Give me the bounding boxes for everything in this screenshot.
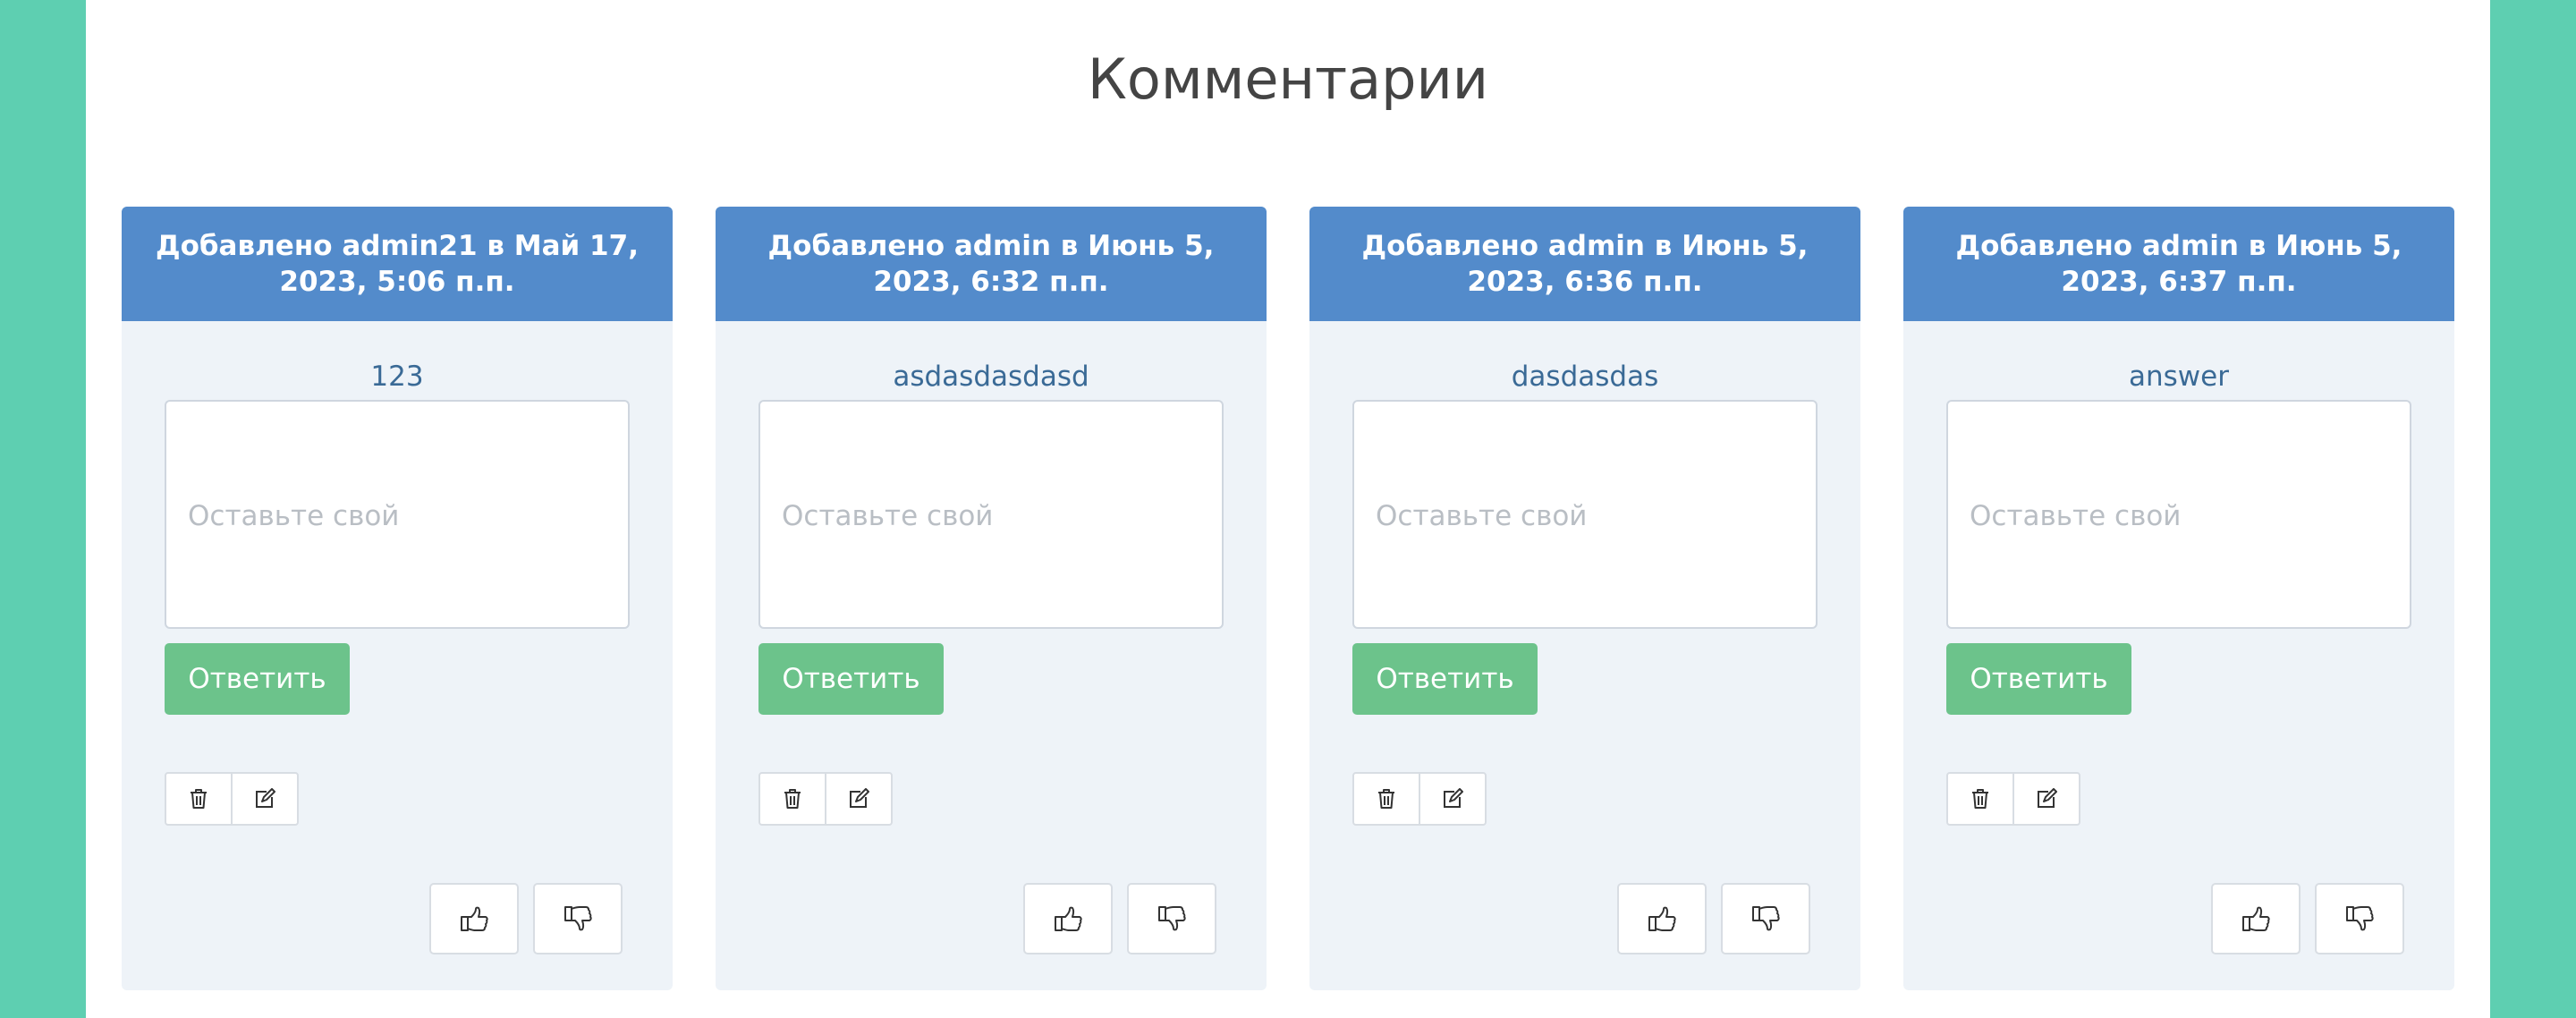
edit-icon [2038,788,2057,808]
edit-button[interactable] [825,774,891,824]
page-title: Комментарии [1087,47,1489,112]
comment-header: Добавлено admin в Июнь 5, 2023, 6:37 п.п… [1903,207,2454,321]
comment-card: Добавлено admin в Июнь 5, 2023, 6:36 п.п… [1309,207,1860,990]
edit-icon [256,788,275,808]
like-button[interactable] [1617,883,1707,954]
thumbs-up-icon [461,906,488,931]
reply-button[interactable]: Ответить [165,643,350,715]
comment-text: answer [2129,361,2229,393]
trash-icon [1378,789,1394,809]
dislike-button[interactable] [2315,883,2404,954]
comments-panel: Комментарии Добавлено admin21 в Май 17, … [86,0,2490,1018]
comment-card: Добавлено admin в Июнь 5, 2023, 6:32 п.п… [716,207,1267,990]
delete-button[interactable] [166,774,231,824]
edit-button[interactable] [2012,774,2079,824]
reply-input[interactable] [758,400,1224,629]
comment-card: Добавлено admin в Июнь 5, 2023, 6:37 п.п… [1903,207,2454,990]
comment-header: Добавлено admin в Июнь 5, 2023, 6:32 п.п… [716,207,1267,321]
reply-button[interactable]: Ответить [1352,643,1538,715]
dislike-button[interactable] [1127,883,1216,954]
comment-header: Добавлено admin в Июнь 5, 2023, 6:36 п.п… [1309,207,1860,321]
dislike-button[interactable] [533,883,623,954]
reply-button[interactable]: Ответить [758,643,944,715]
edit-icon [1444,788,1463,808]
delete-button[interactable] [760,774,825,824]
like-button[interactable] [429,883,519,954]
reply-input[interactable] [165,400,630,629]
thumbs-down-icon [2346,906,2374,931]
comment-header: Добавлено admin21 в Май 17, 2023, 5:06 п… [122,207,673,321]
like-button[interactable] [2211,883,2301,954]
thumbs-up-icon [1055,906,1082,931]
delete-button[interactable] [1948,774,2012,824]
like-button[interactable] [1023,883,1113,954]
edit-button[interactable] [1419,774,1485,824]
edit-icon [850,788,869,808]
comment-text: dasdasdas [1511,361,1659,393]
thumbs-down-icon [1752,906,1780,931]
delete-button[interactable] [1354,774,1419,824]
trash-icon [1972,789,1988,809]
thumbs-up-icon [1648,906,1676,931]
thumbs-down-icon [564,906,592,931]
comment-tools [758,772,893,826]
reply-button[interactable]: Ответить [1946,643,2131,715]
trash-icon [784,789,801,809]
comment-card: Добавлено admin21 в Май 17, 2023, 5:06 п… [122,207,673,990]
reply-input[interactable] [1352,400,1818,629]
thumbs-down-icon [1158,906,1186,931]
edit-button[interactable] [231,774,297,824]
comment-tools [1352,772,1487,826]
dislike-button[interactable] [1721,883,1810,954]
comment-tools [1946,772,2080,826]
thumbs-up-icon [2242,906,2270,931]
comment-text: asdasdasdasd [893,361,1089,393]
comment-tools [165,772,299,826]
comment-text: 123 [370,361,424,393]
trash-icon [191,789,207,809]
reply-input[interactable] [1946,400,2411,629]
